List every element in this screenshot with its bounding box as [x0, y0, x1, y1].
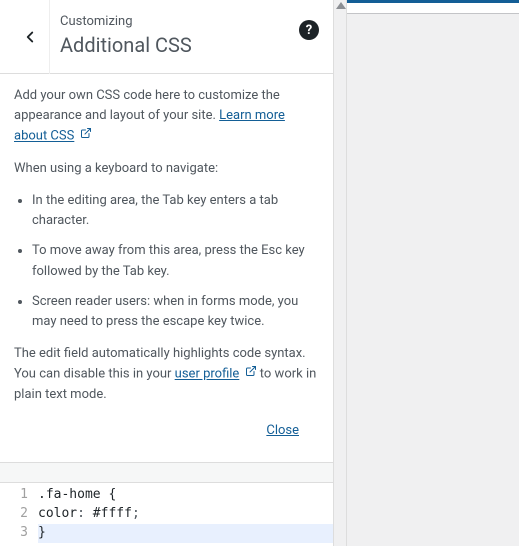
- preview-pane: [347, 0, 519, 546]
- external-link-icon: [80, 126, 92, 146]
- help-button[interactable]: ?: [299, 20, 319, 40]
- css-editor[interactable]: 1 2 3 .fa-home { color: #ffff; }: [0, 462, 333, 546]
- external-link-icon: [245, 364, 257, 384]
- panel-header: Customizing Additional CSS ?: [0, 0, 333, 74]
- syntax-paragraph: The edit field automatically highlights …: [14, 344, 319, 405]
- close-link[interactable]: Close: [266, 423, 299, 438]
- panel-title: Additional CSS: [60, 33, 283, 57]
- panel-body: Add your own CSS code here to customize …: [0, 74, 333, 462]
- code-line: .fa-home {: [38, 486, 333, 505]
- overline-text: Customizing: [60, 14, 283, 29]
- back-button[interactable]: [10, 0, 50, 74]
- code-lines[interactable]: .fa-home { color: #ffff; }: [34, 483, 333, 546]
- panel-separator: [333, 0, 347, 546]
- code-line: color: #ffff;: [38, 505, 333, 524]
- help-icon: ?: [306, 23, 312, 38]
- admin-bar-stripe: [347, 0, 519, 3]
- line-gutter: 1 2 3: [0, 483, 34, 546]
- keyboard-hint: When using a keyboard to navigate:: [14, 159, 319, 179]
- chevron-left-icon: [21, 28, 39, 46]
- editor-toolbar: [0, 463, 333, 483]
- code-line: }: [38, 524, 333, 543]
- user-profile-link[interactable]: user profile: [175, 367, 240, 382]
- customizer-panel: Customizing Additional CSS ? Add your ow…: [0, 0, 333, 546]
- intro-paragraph: Add your own CSS code here to customize …: [14, 86, 319, 147]
- tips-list: In the editing area, the Tab key enters …: [14, 191, 319, 332]
- triangle-up-icon: [336, 2, 346, 9]
- list-item: In the editing area, the Tab key enters …: [32, 191, 319, 231]
- list-item: To move away from this area, press the E…: [32, 241, 319, 281]
- list-item: Screen reader users: when in forms mode,…: [32, 292, 319, 332]
